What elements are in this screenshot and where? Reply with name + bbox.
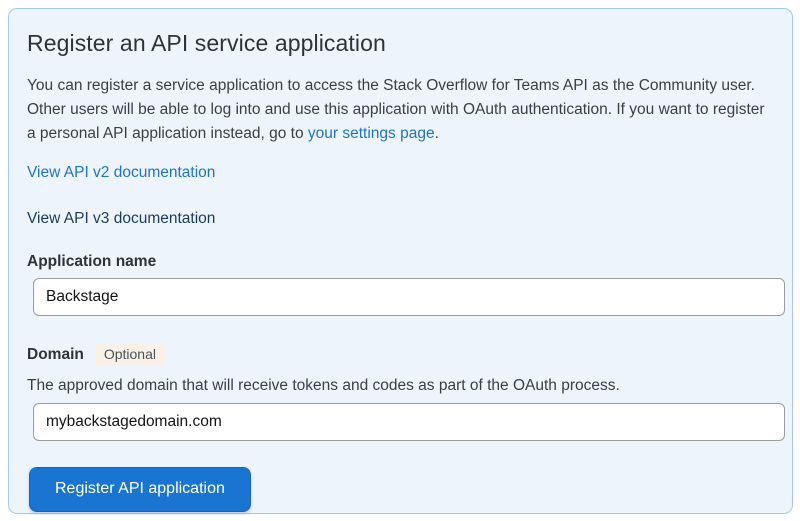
domain-help-text: The approved domain that will receive to… (27, 376, 770, 396)
register-api-application-button[interactable]: Register API application (29, 467, 251, 512)
domain-input[interactable] (33, 403, 785, 441)
register-api-application-card: Register an API service application You … (8, 8, 793, 514)
intro-text-after: . (435, 125, 439, 142)
page-title: Register an API service application (27, 30, 770, 57)
application-name-input[interactable] (33, 278, 785, 316)
api-v2-documentation-link[interactable]: View API v2 documentation (27, 164, 215, 181)
domain-label: Domain (27, 346, 84, 364)
settings-page-link[interactable]: your settings page (308, 125, 435, 142)
api-v3-documentation-link[interactable]: View API v3 documentation (27, 210, 215, 227)
domain-label-row: Domain Optional (27, 343, 770, 366)
optional-badge: Optional (95, 343, 165, 366)
intro-paragraph: You can register a service application t… (27, 74, 770, 146)
application-name-label: Application name (27, 253, 770, 271)
